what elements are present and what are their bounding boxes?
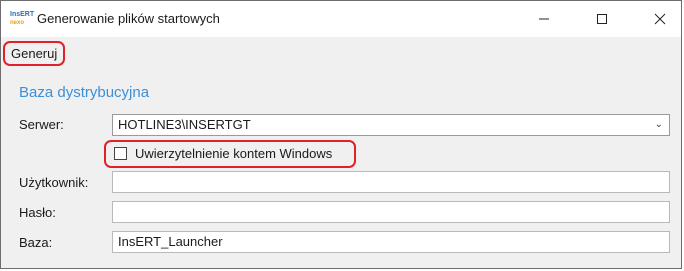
- server-value: HOTLINE3\INSERTGT: [118, 117, 251, 132]
- title-bar: InsERT nexo Generowanie plików startowyc…: [1, 1, 681, 37]
- minimize-button[interactable]: [521, 1, 567, 37]
- database-label: Baza:: [19, 235, 53, 250]
- chevron-down-icon: ⌄: [654, 119, 663, 130]
- logo-bottom-text: nexo: [10, 20, 25, 26]
- logo-top-text: InsERT: [10, 11, 35, 18]
- close-icon: [654, 13, 666, 25]
- dialog-window: InsERT nexo Generowanie plików startowyc…: [0, 0, 682, 269]
- menu-generate[interactable]: Generuj: [3, 41, 66, 66]
- database-input[interactable]: InsERT_Launcher: [112, 231, 670, 253]
- checkbox-icon[interactable]: [114, 147, 127, 160]
- section-title: Baza dystrybucyjna: [19, 84, 150, 101]
- app-logo: InsERT nexo: [10, 11, 35, 27]
- maximize-icon: [597, 14, 607, 24]
- close-button[interactable]: [637, 1, 683, 37]
- server-select[interactable]: HOTLINE3\INSERTGT ⌄: [112, 114, 670, 136]
- server-label: Serwer:: [19, 117, 64, 132]
- minimize-icon: [539, 18, 549, 20]
- maximize-button[interactable]: [579, 1, 625, 37]
- window-title: Generowanie plików startowych: [37, 11, 220, 26]
- windows-auth-checkbox[interactable]: Uwierzytelnienie kontem Windows: [104, 140, 356, 168]
- password-label: Hasło:: [19, 205, 56, 220]
- user-input[interactable]: [112, 171, 670, 193]
- windows-auth-label: Uwierzytelnienie kontem Windows: [135, 146, 333, 161]
- database-value: InsERT_Launcher: [118, 234, 223, 249]
- password-input[interactable]: [112, 201, 670, 223]
- user-label: Użytkownik:: [19, 175, 89, 190]
- menu-bar: Generuj: [1, 37, 681, 67]
